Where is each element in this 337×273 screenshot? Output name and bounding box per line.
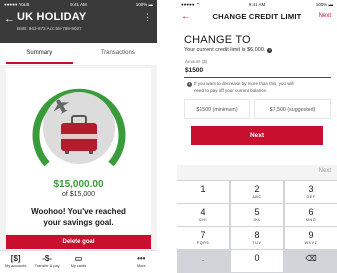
goal-progress-ring [32,88,126,167]
key-digit: 2 [254,184,260,194]
amount-field[interactable]: Amount ($) [184,57,331,78]
key-digit: 1 [200,184,206,194]
nav-label: More [136,264,146,268]
transfer-icon: -$- [42,254,52,263]
tab-summary[interactable]: Summary [0,43,79,65]
battery-status: 100% ▬ [315,2,333,7]
key-5[interactable]: 5 JKL [231,204,283,226]
key-2[interactable]: 2 ABC [231,181,283,203]
tab-transactions[interactable]: Transactions [79,43,158,65]
key-letters: MNO [305,218,317,222]
tab-bar: Summary Transactions [0,43,157,65]
current-limit: Your current credit limit is $6,000. i [184,47,273,53]
status-time: 9:41 AM [248,2,266,7]
key-digit: ⌫ [305,254,317,263]
change-credit-limit-screen: ●●●●● ⌔ 9:41 AM 100% ▬ ← CHANGE CREDIT L… [177,0,337,273]
key-letters: GHI [198,218,208,222]
info-icon[interactable]: i [267,48,273,53]
section-heading: CHANGE TO [184,34,251,46]
warning-text-line1: If you want to decrease by more than thi… [194,81,294,86]
nav-label: My accounts [5,264,27,268]
bottom-nav: [$] My accounts -$- Transfer & pay ▭ My … [0,250,157,273]
key-digit: 4 [200,207,206,217]
warning-text-line2: need to pay off your current balance. [194,88,268,93]
key-digit: 9 [308,230,314,240]
goal-target: of $15,000 [61,191,96,198]
nav-my-accounts[interactable]: [$] My accounts [0,253,31,268]
account-header: ●●●●● YoLB 9:41 AM 100% ▬ ← UK HOLIDAY B… [0,0,157,43]
numeric-keypad: Next 1 2 ABC 3 DEF 4 GHI 5 JKL 6 MNO 7 P… [177,165,337,273]
key-1[interactable]: 1 [177,181,229,203]
key-digit: 3 [308,184,314,194]
goal-card: $15,000.00 of $15,000 Woohoo! You've rea… [6,68,151,234]
page-title: UK HOLIDAY [17,11,87,23]
header-next-link[interactable]: Next [319,13,331,19]
key-9[interactable]: 9 WXYZ [285,227,337,249]
vertical-dots-icon[interactable]: ⋮ [143,13,152,22]
key-digit: 0 [254,253,260,263]
info-icon: i [187,82,192,87]
key-4[interactable]: 4 GHI [177,204,229,226]
key-letters: TUV [252,241,262,245]
key-8[interactable]: 8 TUV [231,227,283,249]
nav-transfer-pay[interactable]: -$- Transfer & pay [31,253,62,268]
nav-more[interactable]: ••• More [126,253,157,268]
goal-amount: $15,000.00 [53,179,104,190]
key-letters: WXYZ [304,241,318,245]
key-6[interactable]: 6 MNO [285,204,337,226]
key-3[interactable]: 3 DEF [285,181,337,203]
amount-input[interactable] [185,67,325,74]
arrow-left-icon[interactable]: ← [4,12,15,26]
account-details: BSB: 943-873 Acc:58-789-9027 [17,26,82,31]
status-time: 9:41 AM [70,2,87,7]
status-bar: ●●●●● YoLB 9:41 AM 100% ▬ [0,0,157,9]
key-digit: 7 [200,230,206,240]
backspace-icon[interactable]: ⌫ [285,250,337,272]
key-7[interactable]: 7 PQRS [177,227,229,249]
suggested-amount-chip[interactable]: $7,500 (suggested) [254,99,331,119]
goal-message-line2: your savings goal. [43,218,114,227]
key-letters: ABC [252,195,262,199]
battery-status: 100% ▬ [135,2,153,7]
page-title: CHANGE CREDIT LIMIT [212,12,302,21]
delete-goal-button[interactable]: Delete goal [6,235,151,249]
minimum-amount-chip[interactable]: $1500 (minimum) [184,99,250,119]
next-button[interactable]: Next [191,126,323,145]
nav-label: Transfer & pay [34,264,60,268]
amount-label: Amount ($) [185,59,208,64]
more-dots-icon: ••• [137,254,146,263]
current-limit-text: Your current credit limit is $6,000. [184,47,266,53]
key-digit: . [201,254,205,263]
keypad-next-button[interactable]: Next [319,168,331,174]
card-icon: ▭ [74,254,83,263]
status-bar: ●●●●● ⌔ 9:41 AM 100% ▬ [177,0,337,9]
key-digit: 6 [308,207,314,217]
nav-my-cards[interactable]: ▭ My cards [63,253,94,268]
amount-suggestions: $1500 (minimum) $7,500 (suggested) [184,99,331,120]
key-letters: PQRS [196,241,210,245]
nav-label: My cards [70,264,87,268]
key-0[interactable]: 0 [231,250,283,272]
key-digit: 5 [254,207,260,217]
accounts-icon: [$] [10,254,21,263]
savings-goal-screen: ●●●●● YoLB 9:41 AM 100% ▬ ← UK HOLIDAY B… [0,0,157,273]
key-letters: DEF [306,195,316,199]
key-digit: 8 [254,230,260,240]
key-letters: JKL [253,218,261,222]
keypad-toolbar: Next [177,165,337,180]
goal-message-line1: Woohoo! You've reached [31,207,126,216]
key-decimal[interactable]: . [177,250,229,272]
